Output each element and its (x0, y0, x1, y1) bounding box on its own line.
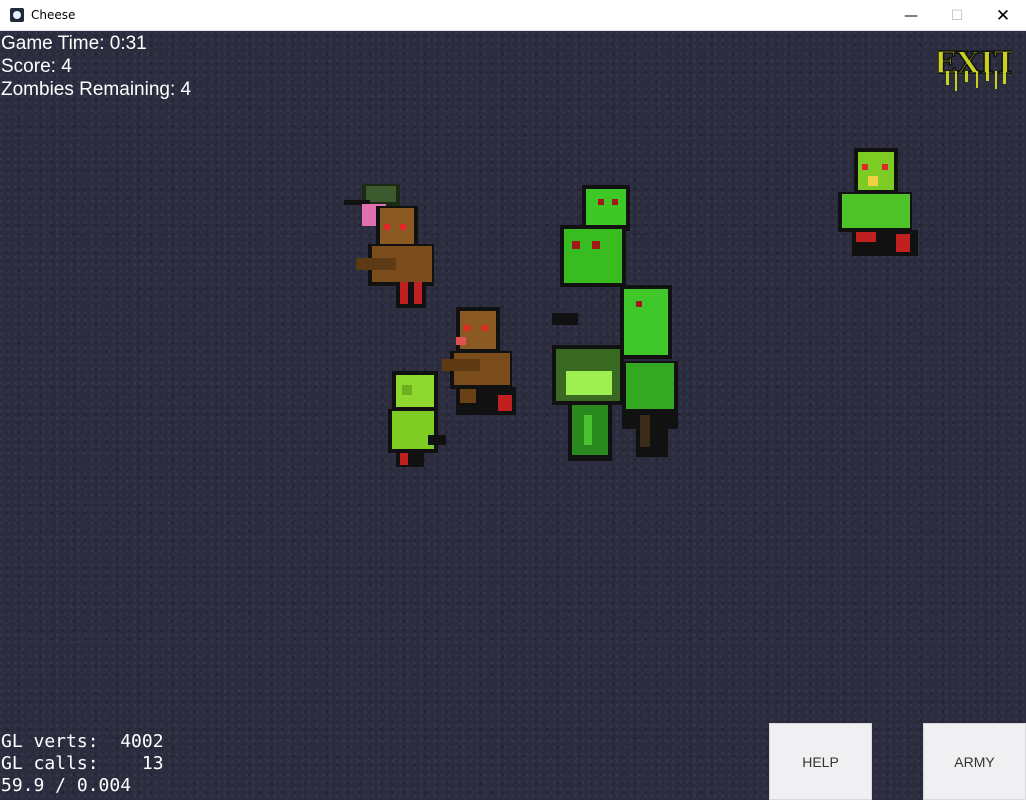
game-time-label: Game Time: 0:31 (1, 33, 147, 54)
zombie-brown-walking-sprite (442, 307, 516, 415)
zombie-brown-cap-sprite (344, 184, 434, 308)
zombie-horde-cluster-sprite (552, 185, 678, 461)
gl-calls-stat: GL calls: 13 (1, 753, 164, 774)
help-button[interactable]: HELP (769, 723, 872, 800)
army-button[interactable]: ARMY (923, 723, 1026, 800)
score-label: Score: 4 (1, 56, 72, 77)
gl-verts-stat: GL verts: 4002 (1, 731, 164, 752)
zombie-lime-small-sprite (388, 371, 446, 467)
window-titlebar: Cheese — ☐ ✕ (0, 0, 1026, 31)
exit-dripping-icon: EXIT (938, 45, 1012, 91)
app-icon (10, 8, 24, 22)
exit-button[interactable]: EXIT (938, 43, 1012, 95)
fps-stat: 59.9 / 0.004 (1, 775, 132, 796)
game-canvas[interactable]: Game Time: 0:31 Score: 4 Zombies Remaini… (0, 31, 1026, 800)
window-title: Cheese (31, 8, 76, 22)
zombies-remaining-label: Zombies Remaining: 4 (1, 79, 192, 100)
zombie-green-right-sprite (838, 148, 918, 256)
exit-label: EXIT (938, 46, 1012, 81)
minimize-button[interactable]: — (888, 0, 934, 31)
maximize-button[interactable]: ☐ (934, 0, 980, 31)
close-button[interactable]: ✕ (980, 0, 1026, 31)
